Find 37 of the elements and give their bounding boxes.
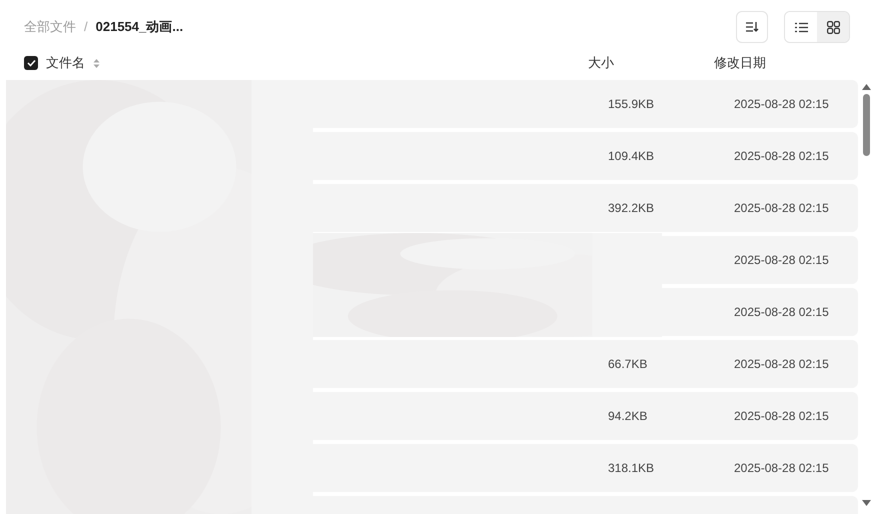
column-header[interactable]: 文件名 bbox=[46, 53, 85, 73]
file-size: 155.9KB bbox=[608, 96, 656, 113]
modified-date: 2025-08-28 02:15 bbox=[734, 148, 829, 165]
modified-date: 2025-08-28 02:15 bbox=[734, 460, 829, 477]
select-all-checkbox[interactable] bbox=[24, 56, 38, 70]
file-row[interactable]: 318.1KB 2025-08-28 02:15 bbox=[313, 444, 858, 492]
breadcrumb-item[interactable]: 021554_动画... bbox=[96, 17, 184, 37]
column-header: 大小 bbox=[588, 54, 615, 72]
modified-date: 2025-08-28 02:15 bbox=[734, 200, 829, 217]
file-size: 318.1KB bbox=[608, 460, 656, 477]
modified-date: 2025-08-28 02:15 bbox=[734, 96, 829, 113]
modified-date: 2025-08-28 02:15 bbox=[734, 304, 829, 321]
grid-view-button[interactable] bbox=[817, 12, 849, 42]
file-row[interactable]: 2025-08-28 02:15 bbox=[662, 288, 858, 336]
file-size: 66.7KB bbox=[608, 356, 648, 373]
grid-icon bbox=[826, 20, 840, 34]
list-icon bbox=[794, 22, 808, 32]
scroll-down-icon[interactable] bbox=[862, 500, 871, 506]
file-row[interactable]: 2025-08-28 02:15 bbox=[662, 236, 858, 284]
modified-date: 2025-08-28 02:15 bbox=[734, 252, 829, 269]
scrollbar-thumb[interactable] bbox=[863, 94, 870, 156]
separator: / bbox=[84, 18, 88, 36]
modified-date: 2025-08-28 02:15 bbox=[734, 356, 829, 373]
file-row[interactable]: 392.2KB 2025-08-28 02:15 bbox=[313, 184, 858, 232]
scroll-up-icon[interactable] bbox=[862, 84, 871, 90]
file-size: 94.2KB bbox=[608, 408, 648, 425]
sort-icon bbox=[745, 21, 759, 33]
sort-button[interactable] bbox=[736, 11, 768, 43]
modified-date: 2025-08-28 02:15 bbox=[734, 408, 829, 425]
file-row[interactable]: 66.7KB 2025-08-28 02:15 bbox=[313, 340, 858, 388]
file-row[interactable]: 94.2KB 2025-08-28 02:15 bbox=[313, 392, 858, 440]
file-row[interactable]: 155.9KB 2025-08-28 02:15 bbox=[313, 80, 858, 128]
file-size: 109.4KB bbox=[608, 148, 656, 165]
file-size: 392.2KB bbox=[608, 200, 656, 217]
column-header: 修改日期 bbox=[714, 54, 766, 72]
check-icon bbox=[26, 59, 36, 67]
file-row[interactable]: 109.4KB 2025-08-28 02:15 bbox=[313, 132, 858, 180]
